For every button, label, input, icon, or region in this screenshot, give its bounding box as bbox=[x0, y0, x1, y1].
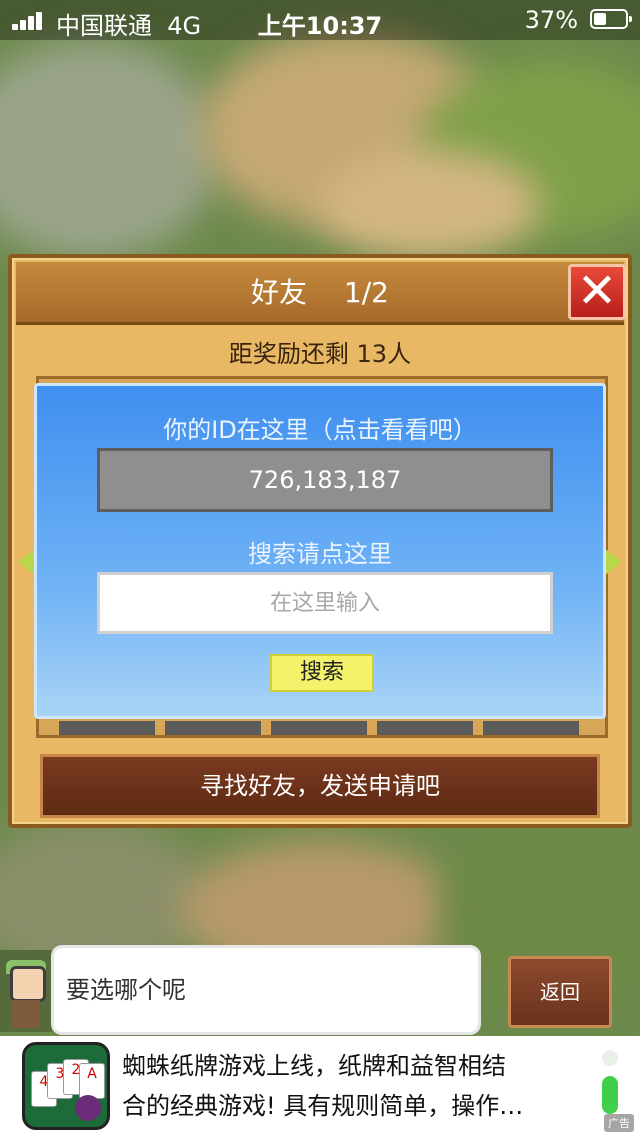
friend-slot[interactable] bbox=[59, 721, 155, 735]
id-search-dialog: 你的ID在这里（点击看看吧） 726,183,187 搜索请点这里 搜索 bbox=[34, 383, 606, 719]
search-label: 搜索请点这里 bbox=[248, 540, 392, 568]
speech-bubble: 要选哪个呢 bbox=[54, 948, 478, 1032]
ad-toggle-icon[interactable] bbox=[602, 1050, 618, 1114]
status-bar: 中国联通 4G 上午10:37 37% bbox=[0, 0, 640, 40]
spider-icon bbox=[75, 1095, 101, 1121]
page-indicator: 1/2 bbox=[343, 276, 389, 309]
solitaire-app-icon[interactable]: 4 3 2 A bbox=[22, 1042, 110, 1130]
search-input[interactable] bbox=[97, 572, 553, 634]
panel-header: 好友 1/2 ✕ bbox=[16, 262, 626, 325]
reward-remaining: 距奖励还剩 13人 bbox=[228, 340, 412, 368]
ad-line-2: 合的经典游戏! 具有规则简单，操作… bbox=[122, 1092, 524, 1120]
ad-card: A bbox=[79, 1063, 105, 1099]
back-button[interactable]: 返回 bbox=[508, 956, 612, 1028]
your-id-label: 你的ID在这里（点击看看吧） bbox=[163, 416, 477, 444]
battery-icon bbox=[590, 9, 632, 29]
character-avatar bbox=[0, 950, 52, 1032]
ad-tag: 广告 bbox=[604, 1114, 634, 1132]
panel-title: 好友 bbox=[251, 276, 308, 309]
next-page-icon[interactable] bbox=[604, 548, 622, 576]
search-button[interactable]: 搜索 bbox=[270, 654, 374, 692]
friend-slot[interactable] bbox=[483, 721, 579, 735]
ad-text[interactable]: 蜘蛛纸牌游戏上线，纸牌和益智相结 合的经典游戏! 具有规则简单，操作… bbox=[122, 1046, 592, 1128]
ad-banner[interactable]: 4 3 2 A 蜘蛛纸牌游戏上线，纸牌和益智相结 合的经典游戏! 具有规则简单，… bbox=[0, 1036, 640, 1136]
battery-percent: 37% bbox=[524, 6, 578, 34]
find-friends-button[interactable]: 寻找好友，发送申请吧 bbox=[40, 754, 600, 818]
your-id-box[interactable]: 726,183,187 bbox=[97, 448, 553, 512]
friend-slot[interactable] bbox=[165, 721, 261, 735]
friend-slot[interactable] bbox=[271, 721, 367, 735]
ad-line-1: 蜘蛛纸牌游戏上线，纸牌和益智相结 bbox=[122, 1052, 506, 1080]
friend-slot[interactable] bbox=[377, 721, 473, 735]
close-icon: ✕ bbox=[576, 263, 618, 319]
close-button[interactable]: ✕ bbox=[568, 264, 626, 320]
